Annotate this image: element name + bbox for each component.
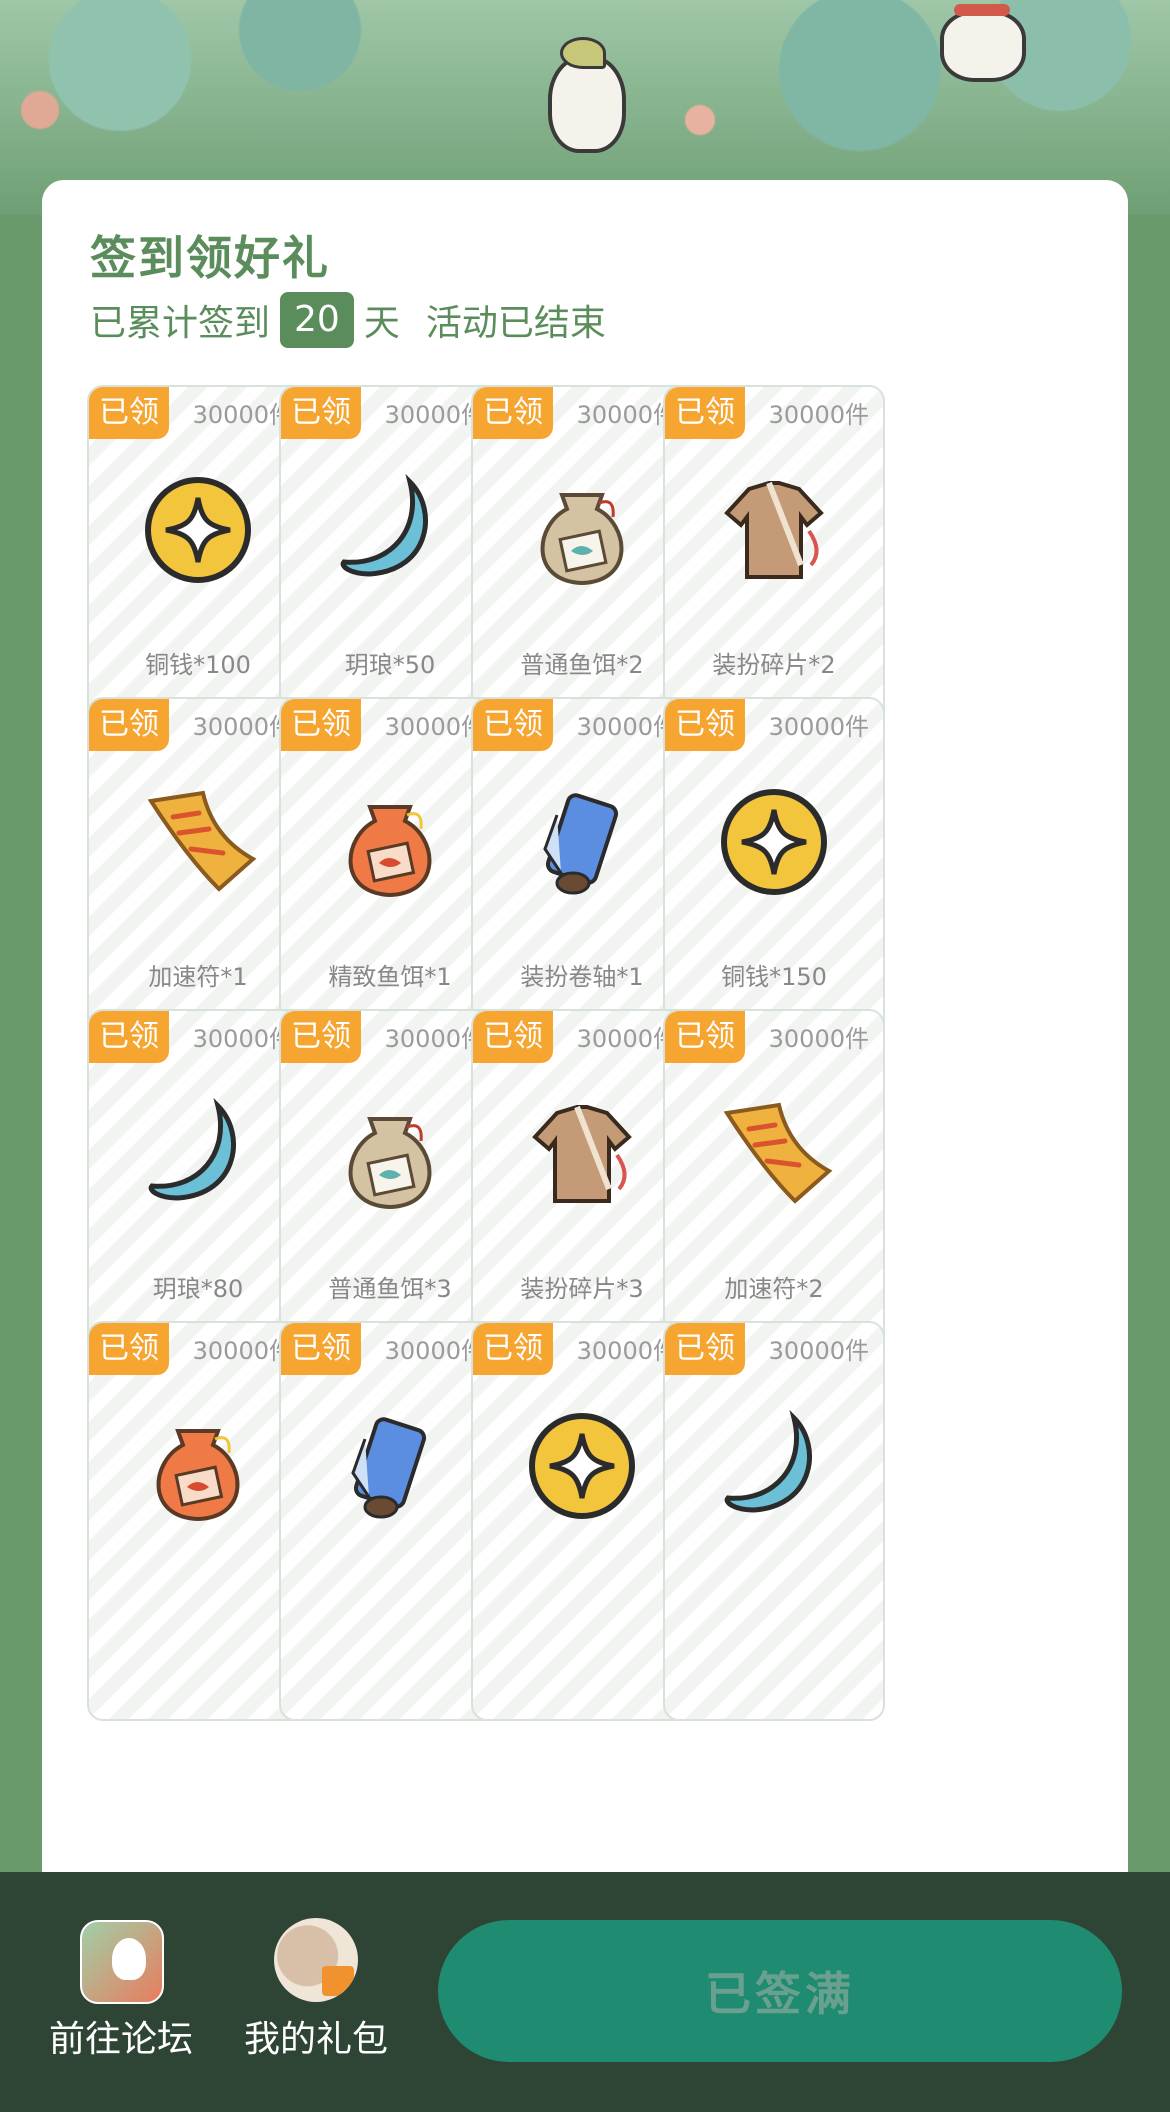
reward-tile[interactable]: 已领 30000件: [471, 1321, 693, 1721]
stock-count: 30000件: [384, 713, 485, 741]
claimed-badge: 已领: [89, 1323, 169, 1375]
reward-item-label: 精致鱼饵*1: [328, 963, 452, 991]
claimed-badge: 已领: [473, 1011, 553, 1063]
claimed-badge: 已领: [89, 387, 169, 439]
coin-icon: [133, 465, 263, 595]
coin-icon: [709, 777, 839, 907]
fine-bait-bag-icon: [133, 1401, 263, 1531]
claimed-badge: 已领: [281, 699, 361, 751]
talisman-icon: [709, 1089, 839, 1219]
claimed-badge: 已领: [665, 387, 745, 439]
reward-item-label: 普通鱼饵*3: [328, 1275, 452, 1303]
reward-item-label: 普通鱼饵*2: [520, 651, 644, 679]
reward-item-label: 装扮碎片*2: [712, 651, 836, 679]
signed-prefix: 已累计签到: [90, 303, 271, 344]
stock-count: 30000件: [384, 1337, 485, 1365]
claimed-badge: 已领: [665, 1011, 745, 1063]
talisman-icon: [133, 777, 263, 907]
claimed-badge: 已领: [473, 699, 553, 751]
stock-count: 30000件: [768, 1337, 869, 1365]
fine-bait-bag-icon: [325, 777, 455, 907]
stock-count: 30000件: [384, 401, 485, 429]
moon-icon: [325, 465, 455, 595]
checkin-summary: 已累计签到 20 天 活动已结束: [90, 292, 606, 348]
stock-count: 30000件: [576, 1025, 677, 1053]
reward-item-label: 加速符*2: [724, 1275, 824, 1303]
claimed-badge: 已领: [281, 1323, 361, 1375]
headband-mascot-image: [940, 4, 1026, 82]
coin-icon: [517, 1401, 647, 1531]
stock-count: 30000件: [576, 401, 677, 429]
reward-item-label: 装扮碎片*3: [520, 1275, 644, 1303]
signed-suffix: 天: [363, 303, 400, 344]
stock-count: 30000件: [192, 1337, 293, 1365]
stock-count: 30000件: [768, 1025, 869, 1053]
scroll-icon: [325, 1401, 455, 1531]
forum-link[interactable]: 前往论坛: [36, 2010, 206, 2062]
claimed-badge: 已领: [665, 1323, 745, 1375]
moon-icon: [709, 1401, 839, 1531]
bait-bag-icon: [517, 465, 647, 595]
scroll-icon: [517, 777, 647, 907]
signed-days-badge: 20: [280, 292, 354, 348]
outfit-icon: [709, 465, 839, 595]
outfit-icon: [517, 1089, 647, 1219]
claimed-badge: 已领: [281, 387, 361, 439]
page-title: 签到领好礼: [90, 231, 330, 285]
claimed-badge: 已领: [665, 699, 745, 751]
claimed-badge: 已领: [89, 699, 169, 751]
reward-item-label: 铜钱*150: [721, 963, 827, 991]
reward-tile[interactable]: 已领 30000件: [279, 1321, 501, 1721]
stock-count: 30000件: [192, 713, 293, 741]
signed-full-button[interactable]: 已签满: [438, 1920, 1122, 2062]
reward-tile[interactable]: 已领 30000件: [663, 1321, 885, 1721]
claimed-badge: 已领: [473, 387, 553, 439]
my-gifts-link[interactable]: 我的礼包: [231, 2010, 401, 2062]
claimed-badge: 已领: [89, 1011, 169, 1063]
stock-count: 30000件: [192, 401, 293, 429]
reward-grid: 已领30000件铜钱*1001日签到礼包已领30000件玥琅*502日签到礼包已…: [87, 385, 1083, 1870]
reward-item-label: 玥琅*80: [152, 1275, 244, 1303]
stock-count: 30000件: [576, 713, 677, 741]
stock-count: 30000件: [768, 401, 869, 429]
reward-tile[interactable]: 已领 30000件: [87, 1321, 309, 1721]
reward-item-label: 加速符*1: [148, 963, 248, 991]
stock-count: 30000件: [192, 1025, 293, 1053]
event-status: 活动已结束: [425, 303, 606, 344]
sprout-mascot-image: [548, 37, 626, 153]
gift-avatar-icon[interactable]: [274, 1918, 358, 2002]
reward-item-label: 玥琅*50: [344, 651, 436, 679]
claimed-badge: 已领: [473, 1323, 553, 1375]
claimed-badge: 已领: [281, 1011, 361, 1063]
stock-count: 30000件: [384, 1025, 485, 1053]
reward-item-label: 铜钱*100: [145, 651, 251, 679]
reward-item-label: 装扮卷轴*1: [520, 963, 644, 991]
forum-icon[interactable]: [80, 1920, 164, 2004]
moon-icon: [133, 1089, 263, 1219]
stock-count: 30000件: [576, 1337, 677, 1365]
bait-bag-icon: [325, 1089, 455, 1219]
stock-count: 30000件: [768, 713, 869, 741]
